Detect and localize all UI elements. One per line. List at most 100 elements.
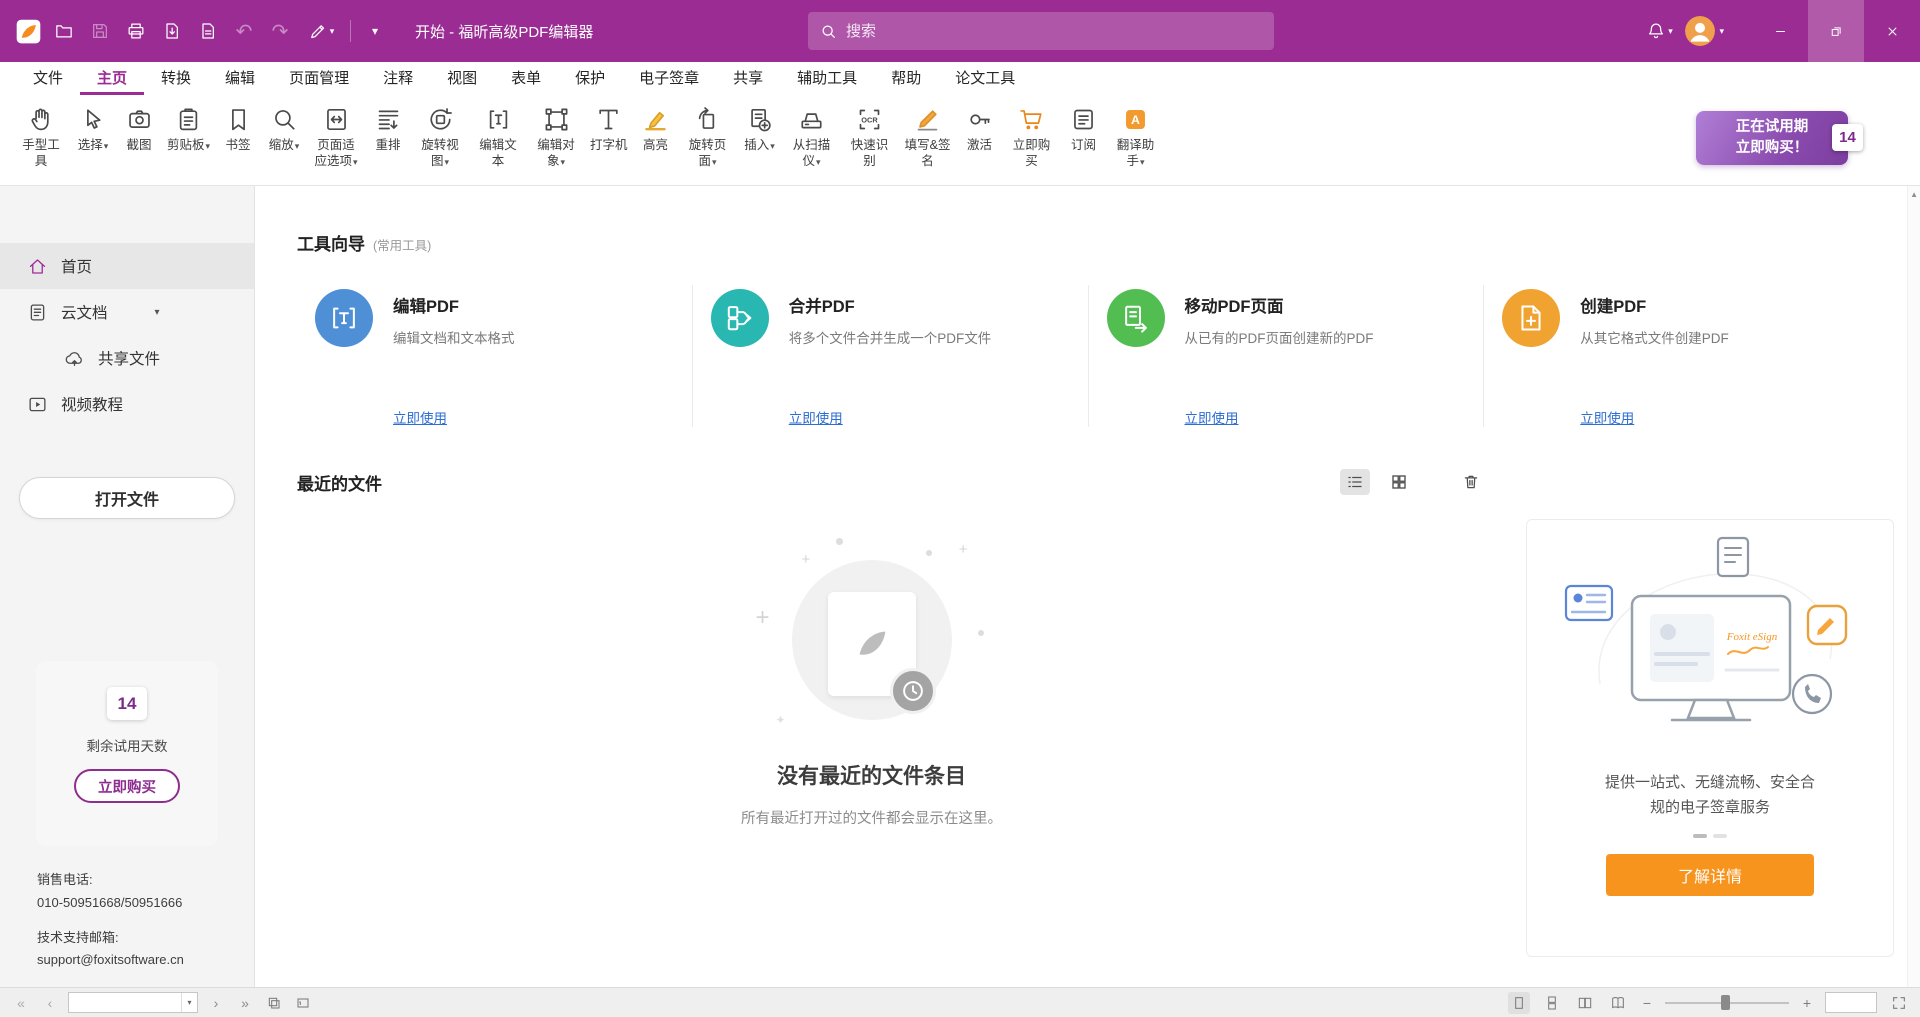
ribbon-button[interactable]: 激活 — [957, 104, 1003, 156]
buy-now-button[interactable]: 立即购买 — [74, 769, 180, 803]
trial-purchase-badge[interactable]: 正在试用期 立即购买！ 14 — [1696, 111, 1848, 165]
restore-button[interactable] — [1808, 0, 1864, 62]
create-document-icon[interactable] — [190, 13, 226, 49]
sidebar-item[interactable]: 首页 — [0, 243, 254, 289]
carousel-dot[interactable] — [1693, 834, 1707, 838]
page-number-input[interactable] — [69, 993, 181, 1012]
ribbon-button[interactable]: 截图 — [116, 104, 162, 156]
ribbon-button[interactable]: 编辑文本 — [469, 104, 527, 171]
ribbon-button[interactable]: 从扫描仪▾ — [783, 104, 841, 171]
open-folder-icon[interactable] — [46, 13, 82, 49]
ribbon-button[interactable]: 手型工具 — [12, 104, 70, 171]
ribbon-button[interactable]: 缩放▾ — [261, 104, 307, 156]
actual-size-icon[interactable] — [292, 992, 314, 1014]
fullscreen-icon[interactable] — [1888, 992, 1910, 1014]
close-button[interactable] — [1864, 0, 1920, 62]
first-page-button[interactable]: « — [10, 996, 32, 1010]
menu-item[interactable]: 表单 — [494, 62, 558, 95]
menu-item[interactable]: 帮助 — [874, 62, 938, 95]
ribbon-button[interactable]: A 翻译助手▾ — [1107, 104, 1165, 171]
tool-card-title: 合并PDF — [789, 293, 1062, 317]
menu-item[interactable]: 页面管理 — [272, 62, 366, 95]
ribbon-button[interactable]: 重排 — [365, 104, 411, 156]
translate-icon: A — [1122, 106, 1149, 133]
search-box[interactable] — [808, 12, 1274, 50]
menu-item[interactable]: 编辑 — [208, 62, 272, 95]
scrollbar-up-arrow[interactable]: ▲ — [1910, 190, 1918, 199]
single-page-view-icon[interactable] — [1508, 992, 1530, 1014]
undo-icon[interactable]: ↶ — [226, 13, 262, 49]
tool-card-use-link[interactable]: 立即使用 — [1185, 407, 1239, 427]
tool-card-icon-bg[interactable] — [711, 289, 769, 347]
book-view-icon[interactable] — [1607, 992, 1629, 1014]
menu-item[interactable]: 辅助工具 — [780, 62, 874, 95]
list-view-button[interactable] — [1340, 469, 1370, 495]
zoom-in-button[interactable]: + — [1800, 996, 1814, 1010]
tool-card-use-link[interactable]: 立即使用 — [393, 407, 447, 427]
zoom-out-button[interactable]: − — [1640, 996, 1654, 1010]
menu-item[interactable]: 注释 — [366, 62, 430, 95]
continuous-view-icon[interactable] — [1541, 992, 1563, 1014]
menu-item[interactable]: 论文工具 — [938, 62, 1032, 95]
ribbon-button[interactable]: 书签 — [215, 104, 261, 156]
menu-item[interactable]: 文件 — [16, 62, 80, 95]
menu-item[interactable]: 视图 — [430, 62, 494, 95]
ribbon-button[interactable]: 打字机 — [585, 104, 633, 156]
print-icon[interactable] — [118, 13, 154, 49]
menu-item[interactable]: 共享 — [716, 62, 780, 95]
ribbon-button[interactable]: OCR 快速识别 — [841, 104, 899, 171]
next-page-button[interactable]: › — [205, 996, 227, 1010]
ribbon-button[interactable]: 页面适应选项▾ — [307, 104, 365, 171]
last-page-button[interactable]: » — [234, 996, 256, 1010]
tool-card-icon-bg[interactable] — [1502, 289, 1560, 347]
sidebar-item[interactable]: 云文档 ▾ — [0, 289, 254, 335]
zoom-value-input[interactable] — [1826, 993, 1876, 1012]
zoom-slider[interactable] — [1665, 995, 1789, 1010]
page-dropdown-caret-icon[interactable]: ▾ — [181, 993, 197, 1012]
ribbon-button[interactable]: 选择▾ — [70, 104, 116, 156]
grid-view-button[interactable] — [1384, 469, 1414, 495]
ribbon-button[interactable]: 剪贴板▾ — [162, 104, 215, 156]
ribbon-button[interactable]: 插入▾ — [737, 104, 783, 156]
cart-icon — [1018, 106, 1045, 133]
learn-more-button[interactable]: 了解详情 — [1606, 854, 1814, 896]
ribbon-button-label: 页面适应选项 — [315, 138, 355, 168]
expand-caret-icon[interactable]: ▾ — [155, 307, 160, 318]
previous-page-button[interactable]: ‹ — [39, 996, 61, 1010]
tool-card-icon-bg[interactable] — [315, 289, 373, 347]
search-input[interactable] — [846, 23, 1262, 40]
customize-toolbar-caret-icon[interactable]: ▾ — [357, 13, 393, 49]
facing-view-icon[interactable] — [1574, 992, 1596, 1014]
content-scrollbar[interactable]: ▲ — [1907, 186, 1920, 987]
tool-card-icon-bg[interactable] — [1107, 289, 1165, 347]
ribbon-button[interactable]: 订阅 — [1061, 104, 1107, 156]
carousel-dot[interactable] — [1713, 834, 1727, 838]
fit-page-icon[interactable] — [263, 992, 285, 1014]
zoom-slider-thumb[interactable] — [1721, 995, 1730, 1010]
ribbon-button[interactable]: 立即购买 — [1003, 104, 1061, 171]
ribbon-button-label: 订阅 — [1071, 138, 1096, 152]
export-pdf-icon[interactable] — [154, 13, 190, 49]
support-email-link[interactable]: support@foxitsoftware.cn — [37, 949, 184, 972]
menu-item[interactable]: 主页 — [80, 62, 144, 95]
minimize-button[interactable] — [1752, 0, 1808, 62]
menu-item[interactable]: 保护 — [558, 62, 622, 95]
sidebar-item[interactable]: 共享文件 — [0, 335, 254, 381]
ribbon-button[interactable]: 旋转视图▾ — [411, 104, 469, 171]
ribbon-button[interactable]: 编辑对象▾ — [527, 104, 585, 171]
open-file-button[interactable]: 打开文件 — [19, 477, 235, 519]
tool-card-use-link[interactable]: 立即使用 — [1580, 407, 1634, 427]
ribbon-button[interactable]: 填写&签名 — [899, 104, 957, 171]
account-menu[interactable]: ▾ — [1685, 16, 1724, 46]
menu-item[interactable]: 电子签章 — [622, 62, 716, 95]
menu-item[interactable]: 转换 — [144, 62, 208, 95]
notifications-bell-icon[interactable]: ▾ — [1641, 13, 1677, 49]
ribbon-button[interactable]: 高亮 — [633, 104, 679, 156]
esign-pen-icon[interactable]: ▾ — [298, 13, 344, 49]
sidebar-item[interactable]: 视频教程 — [0, 381, 254, 427]
ribbon-button[interactable]: 旋转页面▾ — [679, 104, 737, 171]
save-icon[interactable] — [82, 13, 118, 49]
tool-card-use-link[interactable]: 立即使用 — [789, 407, 843, 427]
redo-icon[interactable]: ↷ — [262, 13, 298, 49]
clear-recent-button[interactable] — [1456, 469, 1486, 495]
